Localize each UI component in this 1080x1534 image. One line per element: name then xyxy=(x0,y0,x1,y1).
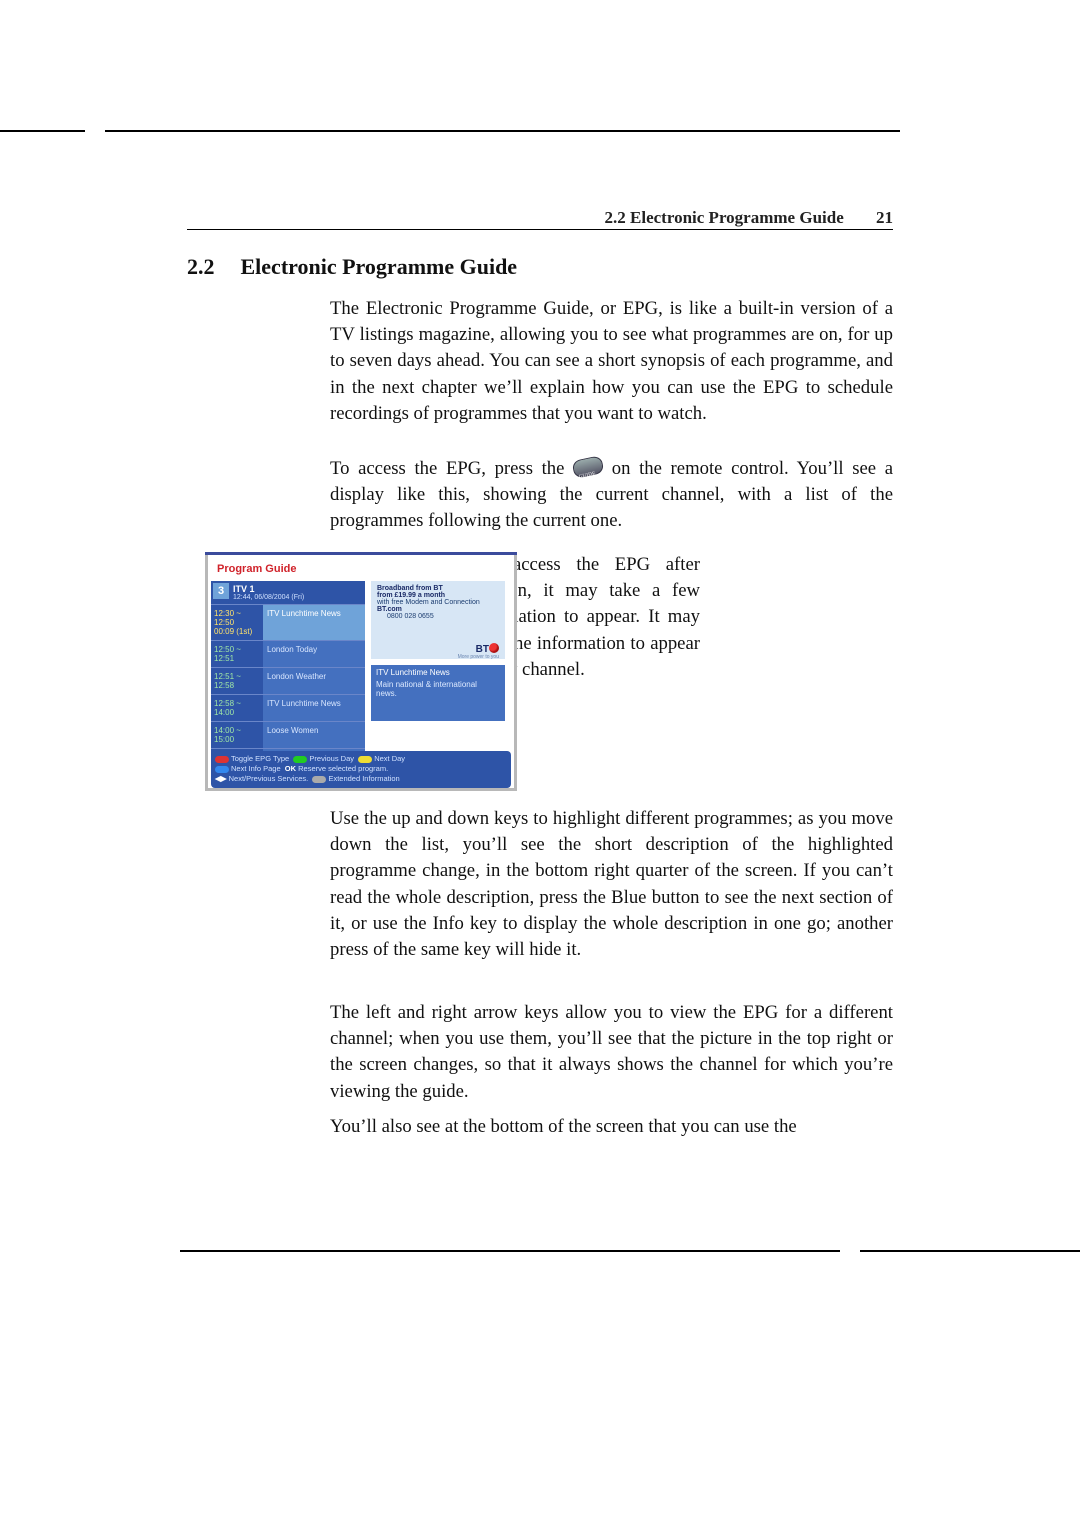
body-paragraph: You’ll also see at the bottom of the scr… xyxy=(330,1114,893,1140)
epg-slot-time: 12:50 ~ 12:51 xyxy=(211,640,263,667)
legend-text: Extended Information xyxy=(328,774,399,783)
section-title: Electronic Programme Guide xyxy=(241,254,518,279)
epg-channel-number: 3 xyxy=(213,583,229,599)
epg-slot-prog: London Weather xyxy=(263,667,365,694)
epg-ad-line: with free Modem and Connection xyxy=(377,599,480,606)
body-paragraph: The left and right arrow keys allow you … xyxy=(330,1000,893,1105)
crop-mark xyxy=(180,1250,840,1252)
epg-slot: 14:00 ~ 15:00 Loose Women xyxy=(211,721,365,748)
header-rule xyxy=(187,229,893,230)
epg-channel-name: ITV 1 xyxy=(233,584,255,594)
epg-slot-time: 12:51 ~ 12:58 xyxy=(211,667,263,694)
epg-slot-time: 12:58 ~ 14:00 xyxy=(211,694,263,721)
epg-desc-body: Main national & international news. xyxy=(376,680,500,698)
legend-text: Next/Previous Services. xyxy=(229,774,309,783)
legend-text: Next Day xyxy=(374,754,405,763)
epg-slot-time: 14:00 ~ 15:00 xyxy=(211,721,263,748)
epg-screenshot: Program Guide 3 ITV 1 12:44, 06/08/2004 … xyxy=(205,552,517,791)
yellow-key-icon xyxy=(358,756,372,763)
epg-slot-dur: 00:09 (1st) xyxy=(214,627,252,636)
body-paragraph: To access the EPG, press the on the remo… xyxy=(330,456,893,535)
epg-desc-title: ITV Lunchtime News xyxy=(376,668,500,677)
info-key-icon xyxy=(312,776,326,783)
epg-slot: 12:50 ~ 12:51 London Today xyxy=(211,640,365,667)
epg-slot-prog: London Today xyxy=(263,640,365,667)
body-text: To access the EPG, press the xyxy=(330,458,573,479)
epg-slot: 12:51 ~ 12:58 London Weather xyxy=(211,667,365,694)
epg-ad-panel: Broadband from BT from £19.99 a month wi… xyxy=(371,581,505,659)
epg-slot-prog: Loose Women xyxy=(263,721,365,748)
epg-ad-line: BT.com xyxy=(377,606,402,613)
epg-slot-prog: ITV Lunchtime News xyxy=(263,604,365,640)
body-paragraph: The Electronic Programme Guide, or EPG, … xyxy=(330,296,893,427)
blue-key-icon xyxy=(215,766,229,773)
epg-slot: 12:30 ~ 12:50 00:09 (1st) ITV Lunchtime … xyxy=(211,604,365,640)
guide-remote-button-icon xyxy=(572,455,605,479)
crop-mark xyxy=(860,1250,1080,1252)
epg-listing: 3 ITV 1 12:44, 06/08/2004 (Fri) 12:30 ~ … xyxy=(211,581,365,775)
epg-ad-line: from £19.99 a month xyxy=(377,592,445,599)
epg-channel-header: 3 ITV 1 12:44, 06/08/2004 (Fri) xyxy=(211,581,365,604)
green-key-icon xyxy=(293,756,307,763)
epg-ad-tagline: More power to you xyxy=(458,654,499,660)
body-paragraph: Use the up and down keys to highlight di… xyxy=(330,806,893,963)
bt-globe-icon xyxy=(489,643,499,653)
epg-channel-datetime: 12:44, 06/08/2004 (Fri) xyxy=(233,594,362,601)
running-header: 2.2 Electronic Programme Guide 21 xyxy=(605,208,893,228)
epg-description-panel: ITV Lunchtime News Main national & inter… xyxy=(371,665,505,721)
epg-title: Program Guide xyxy=(217,563,296,575)
crop-mark xyxy=(105,130,900,132)
epg-ad-line: 0800 028 0655 xyxy=(387,613,434,620)
running-header-title: 2.2 Electronic Programme Guide xyxy=(605,208,844,227)
epg-legend: Toggle EPG Type Previous Day Next Day Ne… xyxy=(211,751,511,788)
section-heading: 2.2 Electronic Programme Guide xyxy=(187,254,517,280)
legend-text: Toggle EPG Type xyxy=(231,754,289,763)
section-number: 2.2 xyxy=(187,254,235,280)
epg-slot-time: 12:30 ~ 12:50 00:09 (1st) xyxy=(211,604,263,640)
page-number: 21 xyxy=(876,208,893,227)
legend-text: Reserve selected program. xyxy=(298,764,388,773)
page: 2.2 Electronic Programme Guide 21 2.2 El… xyxy=(0,0,1080,1534)
epg-ad-line: Broadband from BT xyxy=(377,585,443,592)
legend-text: Previous Day xyxy=(309,754,354,763)
epg-slot-time-text: 12:30 ~ 12:50 xyxy=(214,609,241,627)
red-key-icon xyxy=(215,756,229,763)
epg-slot: 12:58 ~ 14:00 ITV Lunchtime News xyxy=(211,694,365,721)
epg-slot-prog: ITV Lunchtime News xyxy=(263,694,365,721)
crop-mark xyxy=(0,130,85,132)
legend-text: Next Info Page xyxy=(231,764,281,773)
